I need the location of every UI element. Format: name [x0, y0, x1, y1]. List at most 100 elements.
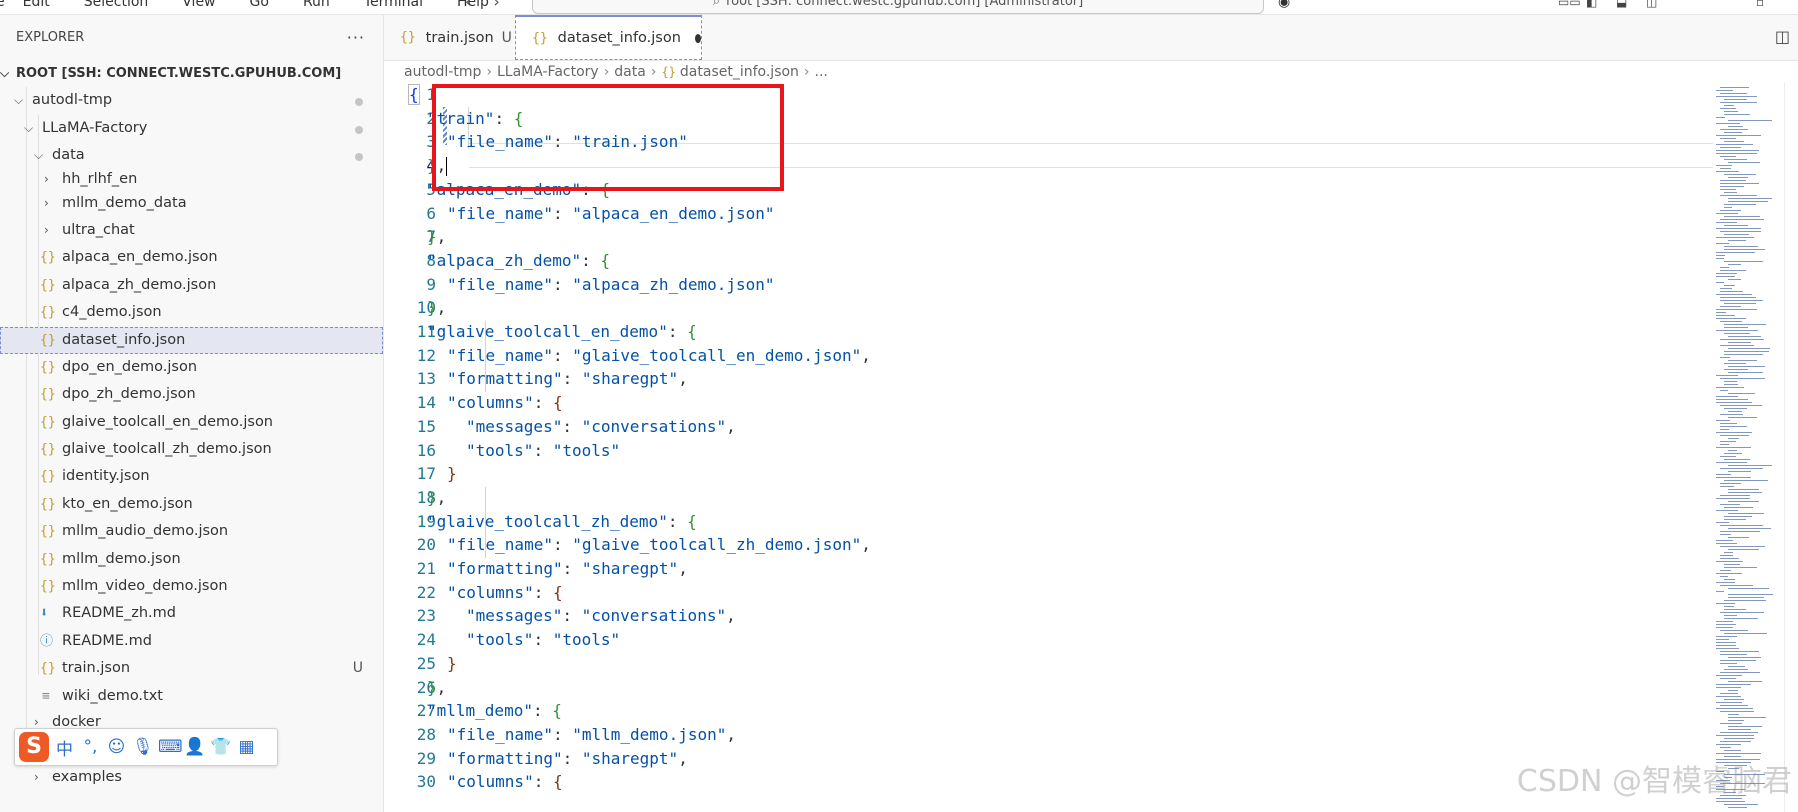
minimap-line — [1724, 132, 1742, 133]
folder-docker[interactable]: › docker — [0, 710, 383, 730]
minimap-line — [1716, 387, 1744, 388]
folder-mllm-demo-data[interactable]: › mllm_demo_data — [0, 190, 383, 217]
file-readme-zh[interactable]: ⬇ README_zh.md — [0, 600, 383, 627]
file-mllm-demo[interactable]: {} mllm_demo.json — [0, 546, 383, 573]
tab-train-json[interactable]: {} train.json U — [384, 15, 514, 60]
minimize-icon[interactable]: ▫ — [1756, 0, 1764, 9]
menu-view[interactable]: View — [182, 0, 215, 10]
file-alpaca-en-demo[interactable]: {} alpaca_en_demo.json — [0, 244, 383, 271]
file-dpo-en-demo[interactable]: {} dpo_en_demo.json — [0, 354, 383, 381]
minimap-line — [1716, 645, 1736, 646]
file-kto-en-demo[interactable]: {} kto_en_demo.json — [0, 491, 383, 518]
file-train-json[interactable]: {} train.json U — [0, 655, 383, 682]
breadcrumb-item[interactable]: LLaMA-Factory — [497, 64, 599, 80]
chevron-down-icon: ⌵ — [14, 93, 24, 108]
command-center[interactable]: ⌕ root [SSH: connect.westc.gpuhub.com] [A… — [532, 0, 1264, 14]
minimap-line — [1716, 477, 1751, 478]
file-readme[interactable]: ⓘ README.md — [0, 628, 383, 655]
minimap-line — [1716, 498, 1750, 499]
tree-root[interactable]: ⌵ ROOT [SSH: CONNECT.WESTC.GPUHUB.COM] — [0, 60, 383, 87]
folder-autodl-tmp[interactable]: ⌵ autodl-tmp — [0, 87, 383, 114]
line-number: 12 — [416, 345, 436, 365]
file-dataset-info[interactable]: {} dataset_info.json — [0, 326, 383, 354]
forward-icon[interactable]: › — [493, 0, 521, 11]
menu-terminal[interactable]: Terminal — [364, 0, 423, 10]
tab-dataset-info-json[interactable]: {} dataset_info.json — [515, 15, 702, 60]
ime-language-toggle[interactable]: 中 — [54, 735, 75, 760]
keyboard-icon[interactable]: ⌨ — [158, 737, 183, 757]
minimap-line — [1724, 516, 1752, 517]
ime-punctuation-toggle[interactable]: °, — [80, 737, 101, 757]
menu-edit[interactable]: Edit — [23, 0, 50, 10]
minimap-line — [1720, 306, 1741, 307]
sogou-logo-icon[interactable]: S — [19, 732, 49, 762]
file-dpo-zh-demo[interactable]: {} dpo_zh_demo.json — [0, 381, 383, 408]
toggle-secondary-sidebar-icon[interactable]: ◫ — [1646, 0, 1657, 9]
breadcrumb-item[interactable]: ... — [815, 64, 828, 80]
menu-go[interactable]: Go — [250, 0, 269, 10]
minimap-line — [1724, 207, 1732, 208]
menu-file[interactable]: e — [0, 0, 5, 10]
code-editor[interactable]: 1{ 2 "train": { 3 "file_name": "train.json… — [384, 83, 1714, 812]
editor-tabs: {} train.json U {} dataset_info.json ◫ — [384, 15, 1798, 61]
toggle-panel-icon[interactable]: ⬓ — [1616, 0, 1627, 9]
file-c4-demo[interactable]: {} c4_demo.json — [0, 299, 383, 326]
code-text: "formatting": "sharegpt", — [447, 559, 688, 578]
toggle-sidebar-icon[interactable]: ◧ — [1586, 0, 1597, 9]
emoji-icon[interactable]: ☺ — [106, 737, 127, 757]
minimap-line — [1716, 96, 1757, 97]
minimap-line — [1728, 657, 1761, 658]
vertical-scrollbar[interactable] — [1784, 83, 1798, 812]
user-icon[interactable]: 👤 — [184, 737, 205, 757]
split-editor-icon[interactable]: ◫ — [1775, 27, 1790, 46]
folder-data[interactable]: ⌵ data — [0, 142, 383, 169]
file-glaive-toolcall-zh-demo[interactable]: {} glaive_toolcall_zh_demo.json — [0, 436, 383, 463]
line-number: 29 — [416, 748, 436, 768]
file-glaive-toolcall-en-demo[interactable]: {} glaive_toolcall_en_demo.json — [0, 409, 383, 436]
minimap-line — [1728, 513, 1764, 514]
minimap-line — [1716, 798, 1742, 799]
minimap-line — [1724, 246, 1758, 247]
minimap-line — [1716, 330, 1758, 331]
customize-layout-icon[interactable]: ▭▭ — [1558, 0, 1581, 9]
microphone-icon[interactable]: 🎙 — [132, 737, 154, 757]
tree-item-label: docker — [52, 713, 101, 730]
menu-run[interactable]: Run — [303, 0, 330, 10]
file-mllm-video-demo[interactable]: {} mllm_video_demo.json — [0, 573, 383, 600]
json-file-icon: {} — [40, 387, 56, 403]
file-alpaca-zh-demo[interactable]: {} alpaca_zh_demo.json — [0, 272, 383, 299]
json-file-icon: {} — [40, 551, 56, 567]
minimap-line — [1716, 621, 1733, 622]
toolbox-icon[interactable]: ▦ — [236, 737, 257, 757]
minimap[interactable] — [1714, 83, 1784, 812]
minimap-line — [1720, 456, 1736, 457]
folder-llama-factory[interactable]: ⌵ LLaMA-Factory — [0, 115, 383, 142]
folder-hh-rlhf-en[interactable]: › hh_rlhf_en — [0, 170, 383, 190]
minimap-line — [1724, 804, 1758, 805]
breadcrumb-item[interactable]: data — [614, 64, 646, 80]
minimap-line — [1724, 363, 1746, 364]
minimap-line — [1720, 441, 1736, 442]
more-actions-icon[interactable]: ··· — [347, 28, 365, 47]
breadcrumb-item[interactable]: dataset_info.json — [680, 64, 799, 80]
code-line-22: 22 "columns": { — [384, 581, 1714, 605]
breadcrumb-item[interactable]: autodl-tmp — [404, 64, 481, 80]
minimap-line — [1724, 669, 1748, 670]
folder-ultra-chat[interactable]: › ultra_chat — [0, 217, 383, 244]
ime-toolbar[interactable]: S 中 °, ☺ 🎙 ⌨ 👤 👕 ▦ — [14, 728, 278, 766]
back-icon[interactable]: ‹ — [465, 0, 493, 11]
file-tree: ⌵ ROOT [SSH: CONNECT.WESTC.GPUHUB.COM] ⌵… — [0, 60, 383, 791]
unsaved-dot-icon[interactable] — [694, 33, 701, 43]
minimap-line — [1720, 651, 1759, 652]
file-mllm-audio-demo[interactable]: {} mllm_audio_demo.json — [0, 518, 383, 545]
copilot-icon[interactable]: ◉ ˅ — [1278, 0, 1302, 10]
minimap-line — [1720, 741, 1751, 742]
skin-icon[interactable]: 👕 — [210, 737, 231, 757]
file-identity[interactable]: {} identity.json — [0, 463, 383, 490]
minimap-line — [1720, 495, 1750, 496]
menu-selection[interactable]: Selection — [84, 0, 149, 10]
file-wiki-demo[interactable]: ≡ wiki_demo.txt — [0, 683, 383, 710]
chevron-right-icon: › — [44, 222, 49, 237]
folder-examples[interactable]: › examples — [0, 764, 383, 791]
info-file-icon: ⓘ — [40, 633, 54, 649]
